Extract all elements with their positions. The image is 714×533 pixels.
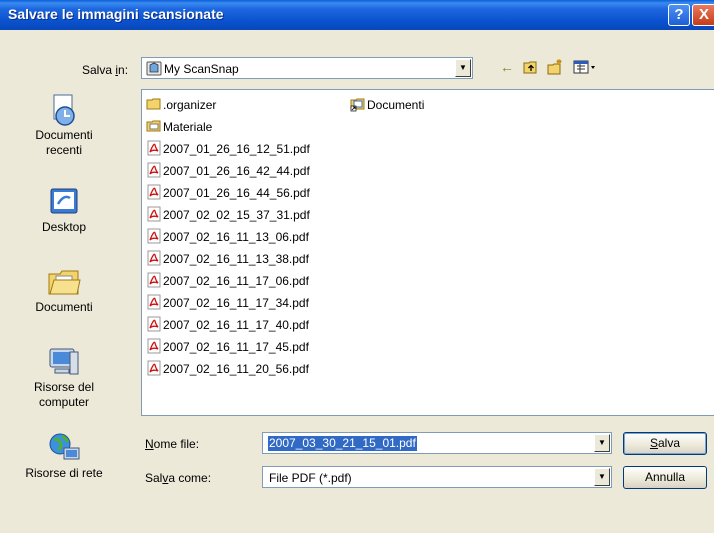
pdf-icon: [147, 184, 161, 200]
close-button[interactable]: X: [692, 4, 714, 26]
place-label: Risorse del computer: [33, 380, 95, 409]
pdf-icon: [147, 250, 161, 266]
save-as-type-select[interactable]: File PDF (*.pdf) ▼: [262, 466, 612, 488]
pdf-icon: [147, 360, 161, 376]
filename-label: Nome file:: [145, 437, 200, 451]
my-computer-icon: [49, 348, 79, 375]
back-arrow-icon[interactable]: ←: [498, 58, 516, 76]
place-desktop[interactable]: Desktop: [0, 184, 128, 235]
list-item[interactable]: Documenti: [350, 96, 424, 114]
filename-value[interactable]: 2007_03_30_21_15_01.pdf: [268, 436, 417, 451]
place-recent-documents[interactable]: Documenti recenti: [0, 92, 128, 158]
save-dialog: Salvare le immagini scansionate ? X Salv…: [0, 0, 714, 533]
place-my-computer[interactable]: Risorse del computer: [0, 344, 128, 410]
places-bar: Documenti recenti Desktop Documenti Riso…: [0, 92, 128, 502]
chevron-down-icon[interactable]: ▼: [455, 59, 471, 77]
scansnap-folder-icon: [146, 61, 162, 76]
list-item[interactable]: 2007_02_02_15_37_31.pdf: [146, 206, 310, 224]
place-network[interactable]: Risorse di rete: [0, 430, 128, 481]
pdf-icon: [147, 140, 161, 156]
window-title: Salvare le immagini scansionate: [8, 6, 224, 22]
place-label: Documenti recenti: [35, 128, 93, 157]
save-as-type-label: Salva come:: [145, 471, 212, 485]
list-item[interactable]: 2007_02_16_11_17_06.pdf: [146, 272, 309, 290]
desktop-icon: [50, 188, 78, 214]
up-folder-icon[interactable]: [522, 58, 540, 76]
folder-icon: [146, 98, 161, 110]
place-label: Documenti: [35, 300, 93, 314]
list-item[interactable]: 2007_02_16_11_13_38.pdf: [146, 250, 309, 268]
list-item[interactable]: Materiale: [146, 118, 212, 136]
list-item[interactable]: 2007_02_16_11_17_45.pdf: [146, 338, 309, 356]
place-label: Desktop: [41, 220, 87, 234]
folder-icon: [146, 120, 161, 132]
pdf-icon: [147, 162, 161, 178]
file-list[interactable]: .organizer Materiale 2007_01_26_16_12_51…: [141, 89, 714, 416]
chevron-down-icon[interactable]: ▼: [594, 434, 610, 452]
list-item[interactable]: 2007_02_16_11_17_34.pdf: [146, 294, 309, 312]
cancel-button[interactable]: Annulla: [623, 466, 707, 489]
pdf-icon: [147, 272, 161, 288]
save-in-label: Salva in:: [82, 63, 129, 77]
new-folder-icon[interactable]: [546, 58, 564, 76]
my-documents-icon: [48, 270, 81, 295]
save-button[interactable]: Salva: [623, 432, 707, 455]
network-icon: [49, 433, 80, 460]
list-item[interactable]: 2007_01_26_16_12_51.pdf: [146, 140, 310, 158]
list-item[interactable]: 2007_01_26_16_42_44.pdf: [146, 162, 310, 180]
list-item[interactable]: 2007_02_16_11_13_06.pdf: [146, 228, 309, 246]
recent-documents-icon: [53, 94, 75, 126]
save-as-type-value: File PDF (*.pdf): [269, 471, 352, 485]
pdf-icon: [147, 316, 161, 332]
save-in-value: My ScanSnap: [164, 62, 239, 76]
chevron-down-icon[interactable]: ▼: [594, 468, 610, 486]
list-item[interactable]: 2007_01_26_16_44_56.pdf: [146, 184, 310, 202]
pdf-icon: [147, 228, 161, 244]
place-label: Risorse di rete: [25, 466, 103, 480]
help-button[interactable]: ?: [668, 4, 690, 26]
save-in-combo[interactable]: My ScanSnap ▼: [141, 57, 473, 79]
place-my-documents[interactable]: Documenti: [0, 264, 128, 315]
view-menu-icon[interactable]: [572, 58, 598, 76]
list-item[interactable]: 2007_02_16_11_20_56.pdf: [146, 360, 309, 378]
pdf-icon: [147, 338, 161, 354]
pdf-icon: [147, 206, 161, 222]
shortcut-folder-icon: [350, 98, 365, 112]
list-item[interactable]: 2007_02_16_11_17_40.pdf: [146, 316, 309, 334]
pdf-icon: [147, 294, 161, 310]
filename-field[interactable]: 2007_03_30_21_15_01.pdf ▼: [262, 432, 612, 454]
title-bar[interactable]: Salvare le immagini scansionate ? X: [0, 0, 714, 30]
list-item[interactable]: .organizer: [146, 96, 216, 114]
